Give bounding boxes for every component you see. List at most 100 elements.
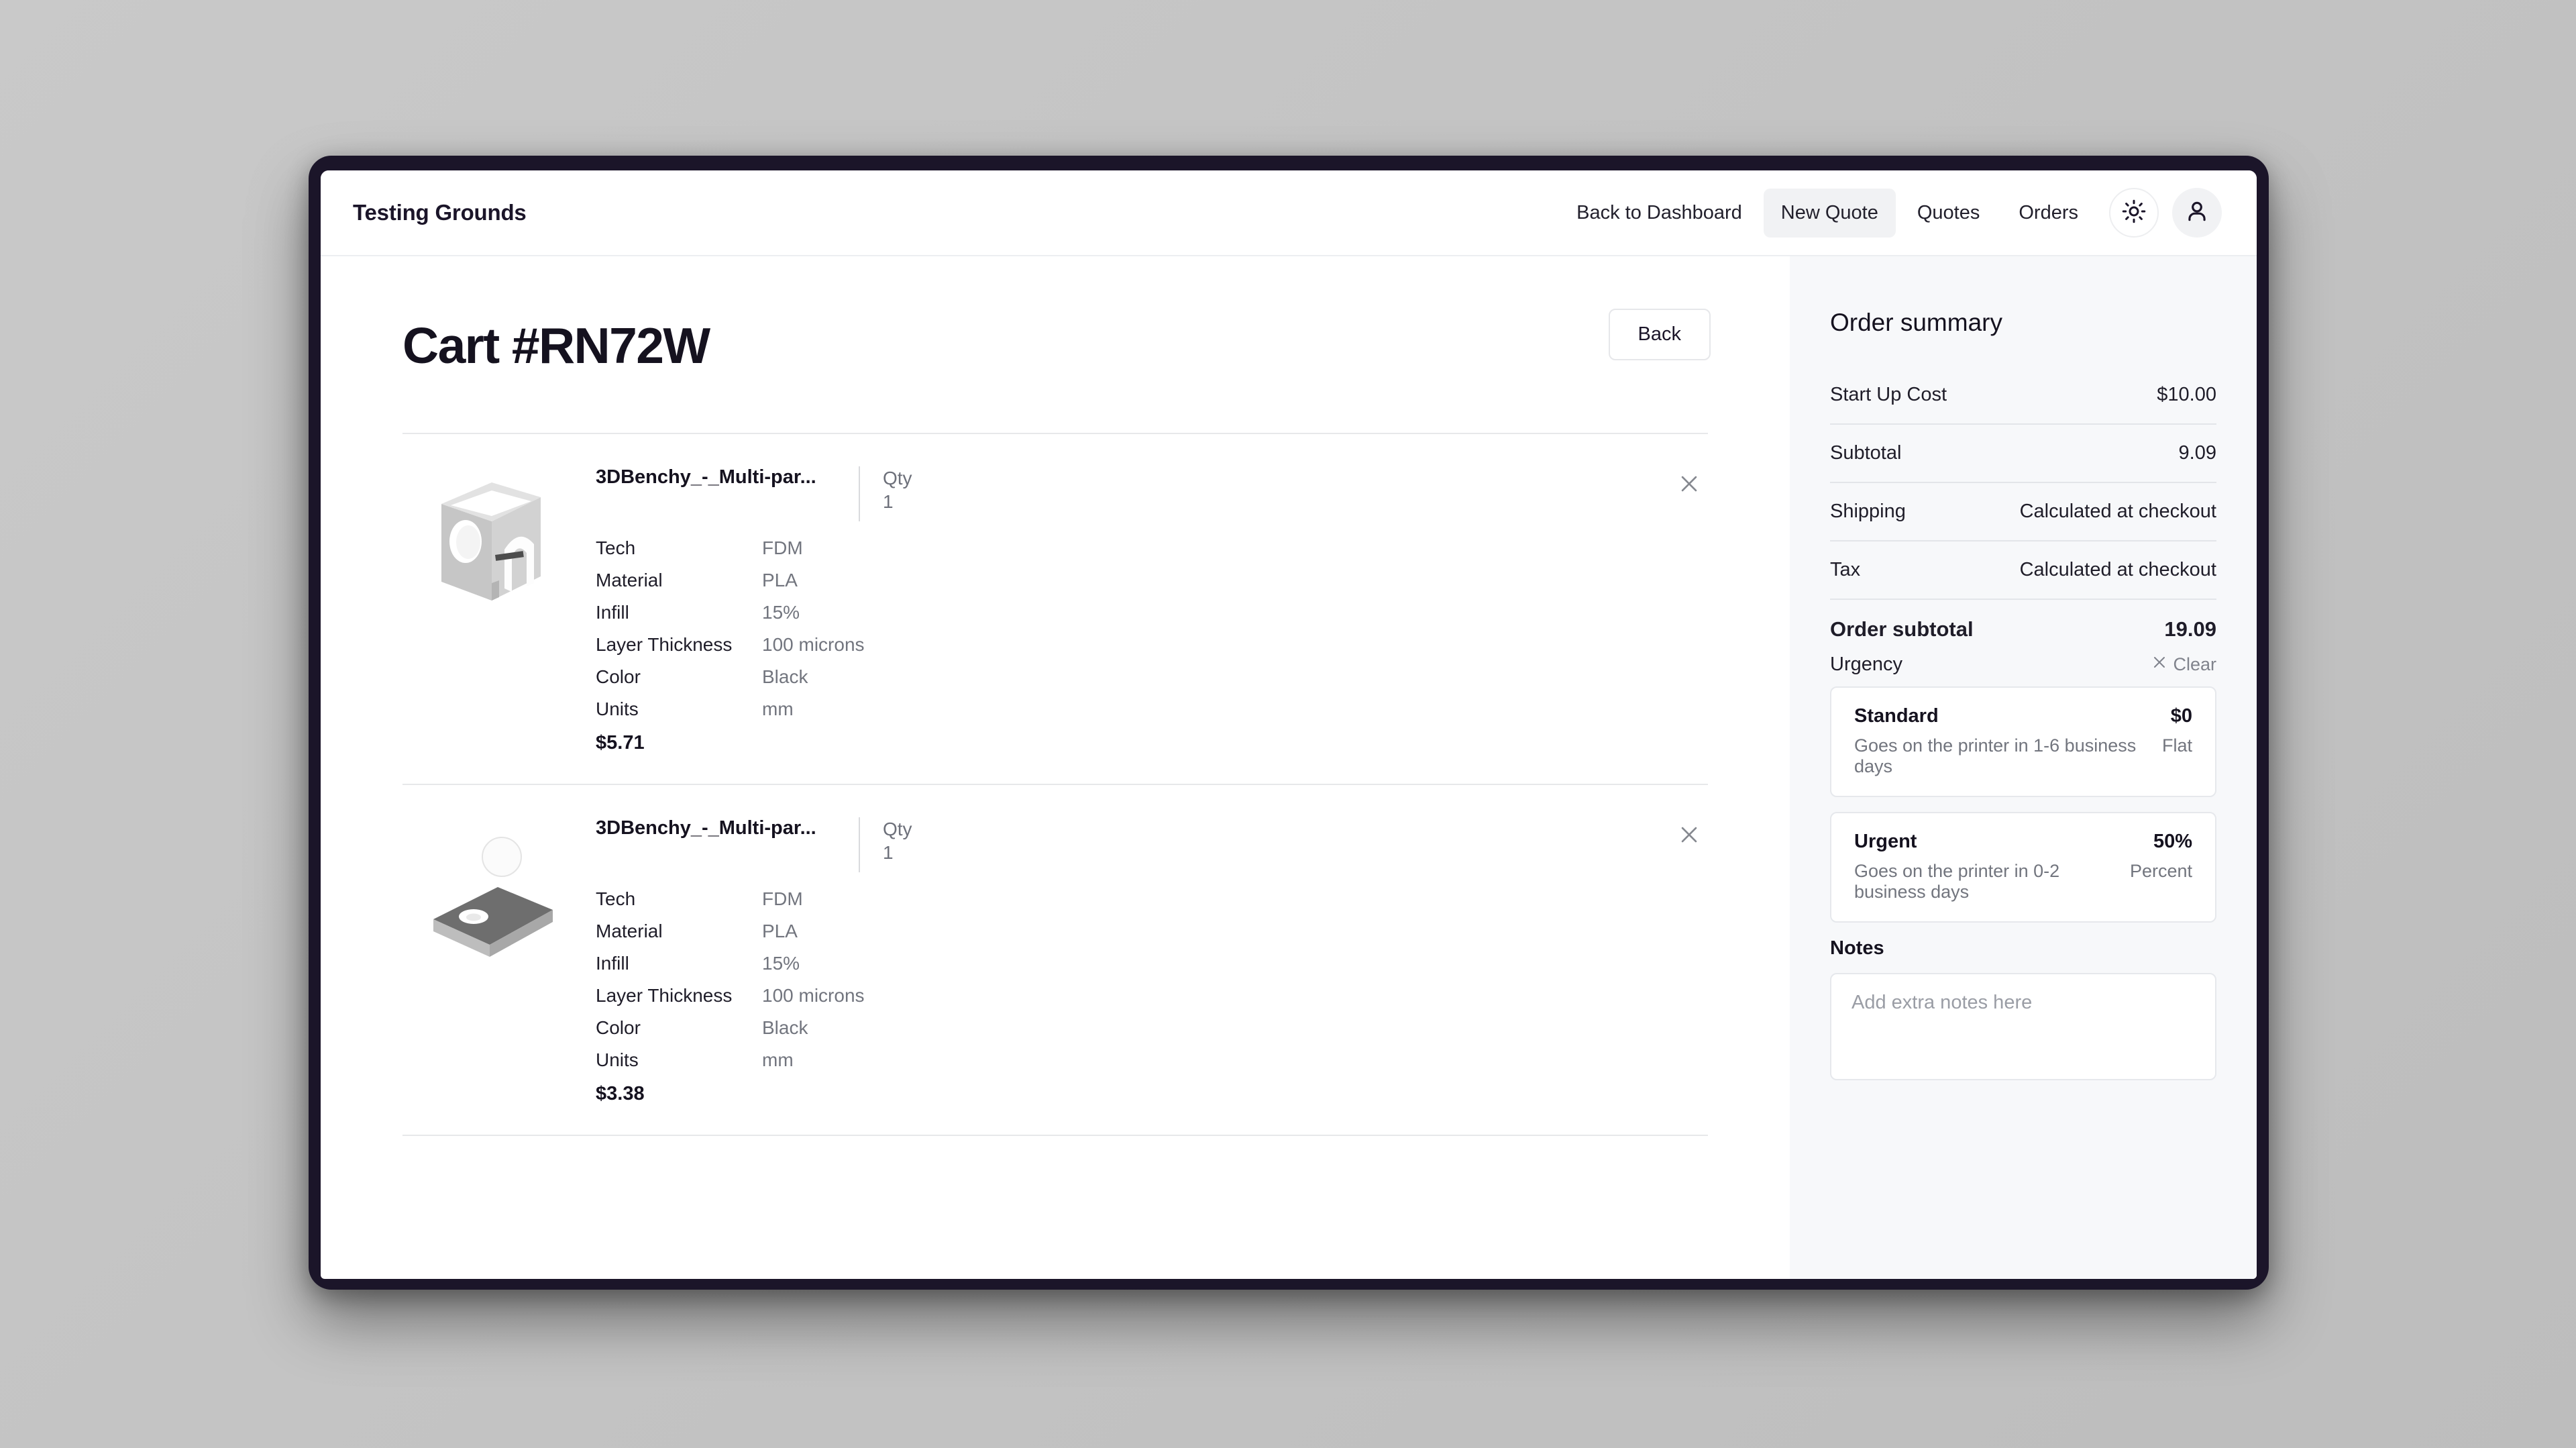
close-icon: [1678, 472, 1701, 499]
spec-row: Tech FDM: [596, 890, 1708, 909]
spec-row: Color Black: [596, 1019, 1708, 1037]
spec-key: Layer Thickness: [596, 634, 733, 655]
spec-key: Units: [596, 1049, 639, 1070]
sun-icon: [2122, 199, 2146, 227]
nav-link-new-quote[interactable]: New Quote: [1763, 188, 1896, 238]
page-header: Cart #RN72W Back: [321, 309, 1790, 371]
spec-row: Infill 15%: [596, 603, 1708, 622]
back-button[interactable]: Back: [1608, 309, 1711, 360]
remove-item-button[interactable]: [1670, 817, 1708, 855]
model-preview-benchy-cabin-icon: [441, 482, 541, 601]
summary-row-value: Calculated at checkout: [2019, 559, 2216, 580]
summary-row-order-subtotal: Order subtotal 19.09: [1830, 600, 2216, 648]
cart-item: 3DBenchy_-_Multi-par... Qty 1 Tech FDM M…: [402, 434, 1708, 785]
summary-row-label: Start Up Cost: [1830, 384, 1947, 405]
summary-row-tax: Tax Calculated at checkout: [1830, 541, 2216, 600]
cart-item-name: 3DBenchy_-_Multi-par...: [596, 466, 816, 488]
app-viewport: Testing Grounds Back to Dashboard New Qu…: [321, 170, 2257, 1279]
urgency-option-pricing: 50% Percent: [2130, 831, 2192, 882]
qty-label: Qty: [883, 468, 912, 488]
cart-main-column: Cart #RN72W Back 3DBenchy_-_Multi-par...…: [321, 256, 1790, 1279]
nav-link-quotes[interactable]: Quotes: [1900, 189, 1998, 238]
top-navigation-bar: Testing Grounds Back to Dashboard New Qu…: [321, 170, 2257, 256]
urgency-option-pricing: $0 Flat: [2162, 705, 2192, 756]
summary-row-value: $10.00: [2157, 384, 2216, 405]
cart-item-thumbnail: [402, 813, 584, 1105]
spec-row: Layer Thickness 100 microns: [596, 635, 1708, 654]
qty-value: 1: [883, 842, 894, 863]
spec-row: Infill 15%: [596, 954, 1708, 973]
spec-row: Units mm: [596, 1051, 1708, 1070]
notes-label: Notes: [1830, 937, 1884, 959]
spec-value: 100 microns: [762, 634, 865, 655]
spec-key: Material: [596, 570, 663, 590]
brand-title: Testing Grounds: [353, 200, 527, 225]
summary-row-subtotal: Subtotal 9.09: [1830, 425, 2216, 483]
cart-item-qty: Qty 1: [859, 817, 912, 872]
spec-value: FDM: [762, 888, 803, 909]
qty-value: 1: [883, 491, 894, 512]
close-icon: [2151, 654, 2167, 675]
urgency-header: Urgency Clear: [1830, 648, 2216, 686]
cart-item-header: 3DBenchy_-_Multi-par... Qty 1: [596, 466, 1708, 521]
urgency-option-text: Urgent Goes on the printer in 0-2 busine…: [1854, 831, 2130, 902]
spec-key: Units: [596, 699, 639, 719]
spec-key: Infill: [596, 602, 629, 623]
urgency-option-name: Urgent: [1854, 831, 1917, 852]
cart-item-body: 3DBenchy_-_Multi-par... Qty 1 Tech FDM M…: [584, 462, 1708, 754]
model-preview-plate-icon: [433, 837, 553, 957]
summary-row-label: Shipping: [1830, 501, 1906, 522]
urgency-option-name: Standard: [1854, 705, 1939, 727]
urgency-option-text: Standard Goes on the printer in 1-6 busi…: [1854, 705, 2162, 777]
spec-value: 15%: [762, 953, 800, 974]
summary-row-value: 9.09: [2178, 442, 2216, 464]
page-body: Cart #RN72W Back 3DBenchy_-_Multi-par...…: [321, 256, 2257, 1279]
spec-row: Units mm: [596, 700, 1708, 719]
spec-value: 100 microns: [762, 985, 865, 1006]
urgency-option-urgent[interactable]: Urgent Goes on the printer in 0-2 busine…: [1830, 812, 2216, 923]
urgency-clear-label: Clear: [2173, 654, 2216, 674]
spec-row: Color Black: [596, 668, 1708, 686]
urgency-clear-button[interactable]: Clear: [2151, 654, 2216, 675]
spec-row: Material PLA: [596, 922, 1708, 941]
urgency-label: Urgency: [1830, 654, 1902, 675]
cart-item-body: 3DBenchy_-_Multi-par... Qty 1 Tech FDM M…: [584, 813, 1708, 1105]
cart-item-specs: Tech FDM Material PLA Infill 15% Layer T…: [596, 539, 1708, 719]
urgency-option-price: 50%: [2153, 831, 2192, 852]
cart-item-thumbnail: [402, 462, 584, 754]
cart-item-specs: Tech FDM Material PLA Infill 15% Layer T…: [596, 890, 1708, 1070]
urgency-option-standard[interactable]: Standard Goes on the printer in 1-6 busi…: [1830, 686, 2216, 797]
spec-key: Color: [596, 666, 641, 687]
summary-total-label: Order subtotal: [1830, 617, 1974, 641]
spec-value: PLA: [762, 570, 798, 590]
order-summary-panel: Order summary Start Up Cost $10.00 Subto…: [1790, 256, 2257, 1279]
summary-row-start-up-cost: Start Up Cost $10.00: [1830, 366, 2216, 425]
spec-value: mm: [762, 1049, 794, 1070]
remove-item-button[interactable]: [1670, 466, 1708, 504]
spec-value: FDM: [762, 537, 803, 558]
spec-key: Infill: [596, 953, 629, 974]
summary-row-label: Subtotal: [1830, 442, 1902, 464]
user-icon: [2184, 199, 2210, 227]
urgency-option-mode: Percent: [2129, 861, 2192, 881]
urgency-option-price: $0: [2170, 705, 2192, 727]
urgency-option-description: Goes on the printer in 0-2 business days: [1854, 861, 2060, 902]
nav-links: Back to Dashboard New Quote Quotes Order…: [1559, 188, 2222, 238]
page-title: Cart #RN72W: [402, 317, 710, 374]
spec-value: mm: [762, 699, 794, 719]
spec-key: Color: [596, 1017, 641, 1038]
close-icon: [1678, 823, 1701, 849]
urgency-option-mode: Flat: [2161, 735, 2192, 756]
theme-toggle-button[interactable]: [2109, 188, 2159, 238]
spec-row: Layer Thickness 100 microns: [596, 986, 1708, 1005]
spec-key: Tech: [596, 537, 636, 558]
cart-item-name: 3DBenchy_-_Multi-par...: [596, 817, 816, 839]
nav-link-orders[interactable]: Orders: [2001, 189, 2096, 238]
spec-key: Tech: [596, 888, 636, 909]
notes-input[interactable]: [1830, 973, 2216, 1080]
summary-row-label: Tax: [1830, 559, 1861, 580]
avatar[interactable]: [2172, 188, 2222, 238]
spec-key: Material: [596, 921, 663, 941]
cart-item-qty: Qty 1: [859, 466, 912, 521]
nav-link-back-to-dashboard[interactable]: Back to Dashboard: [1559, 189, 1760, 238]
